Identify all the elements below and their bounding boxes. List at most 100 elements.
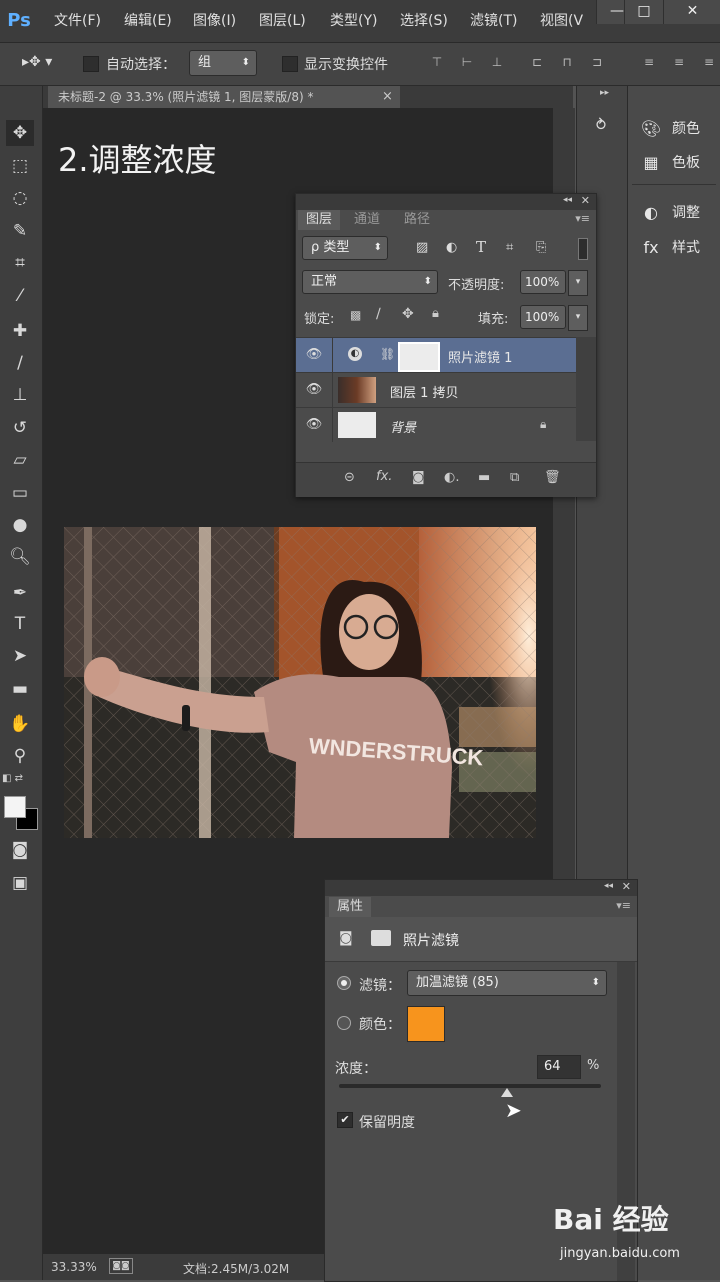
blend-mode-dropdown[interactable]: 正常 ⬍ bbox=[302, 270, 438, 294]
tab-properties[interactable]: 属性 bbox=[329, 897, 372, 917]
move-tool-preset-icon[interactable]: ▸✥ ▾ bbox=[22, 54, 60, 72]
move-tool-icon[interactable]: ✥ bbox=[6, 120, 34, 146]
status-info-icon[interactable]: ◙◙ bbox=[109, 1258, 133, 1274]
path-select-tool-icon[interactable]: ➤ bbox=[6, 643, 34, 669]
tab-layers[interactable]: 图层 bbox=[298, 210, 341, 230]
filter-dropdown[interactable]: 加温滤镜 (85) ⬍ bbox=[407, 970, 607, 996]
dock-swatches[interactable]: ▦ 色板 bbox=[640, 148, 700, 178]
visibility-eye-icon[interactable]: 👁︎ bbox=[304, 381, 324, 399]
dock-styles[interactable]: fx 样式 bbox=[640, 233, 700, 263]
lock-transparent-icon[interactable]: ▩ bbox=[350, 308, 361, 322]
document-tab-close-icon[interactable]: × bbox=[382, 86, 393, 108]
delete-layer-icon[interactable]: 🗑︎ bbox=[544, 470, 561, 485]
quick-mask-icon[interactable]: ◙ bbox=[6, 837, 34, 863]
marquee-tool-icon[interactable]: ⬚ bbox=[6, 153, 34, 179]
healing-brush-tool-icon[interactable]: ✚ bbox=[6, 318, 34, 344]
align-bottom-icon[interactable]: ⊥ bbox=[488, 54, 506, 70]
filter-adjustment-icon[interactable]: ◐ bbox=[446, 240, 457, 255]
chain-link-icon[interactable]: ⛓︎ bbox=[380, 347, 395, 361]
new-layer-icon[interactable]: ⧉ bbox=[510, 470, 519, 485]
filter-type-icon[interactable]: T bbox=[476, 238, 486, 256]
distribute-top-icon[interactable]: ≡ bbox=[640, 54, 658, 70]
filter-color-swatch[interactable] bbox=[407, 1006, 445, 1042]
layer-name-background[interactable]: 背景 bbox=[390, 417, 416, 436]
color-radio[interactable] bbox=[337, 1016, 351, 1030]
preserve-luminosity-checkbox[interactable]: ✔ bbox=[337, 1112, 353, 1128]
document-photo[interactable]: WNDERSTRUCK bbox=[64, 527, 536, 838]
fx-icon[interactable]: fx. bbox=[376, 469, 392, 484]
crop-tool-icon[interactable]: ⌗ bbox=[6, 250, 34, 276]
align-vcenter-icon[interactable]: ⊢ bbox=[458, 54, 476, 70]
align-right-icon[interactable]: ⊐ bbox=[588, 54, 606, 70]
fill-arrow-icon[interactable]: ▾ bbox=[568, 305, 588, 331]
zoom-level[interactable]: 33.33% bbox=[51, 1260, 97, 1274]
hand-tool-icon[interactable]: ✋ bbox=[6, 711, 34, 737]
add-mask-icon[interactable]: ◙ bbox=[412, 470, 425, 485]
brush-tool-icon[interactable]: ∕ bbox=[6, 350, 34, 376]
menu-view[interactable]: 视图(V bbox=[540, 10, 583, 30]
align-hcenter-icon[interactable]: ⊓ bbox=[558, 54, 576, 70]
auto-select-dropdown[interactable]: 组 ⬍ bbox=[189, 50, 257, 76]
panel-collapse-icon[interactable]: ◂◂ bbox=[563, 195, 572, 205]
type-tool-icon[interactable]: T bbox=[6, 611, 34, 637]
swap-colors-icon[interactable]: ◧ ⇄ bbox=[2, 773, 38, 787]
menu-type[interactable]: 类型(Y) bbox=[330, 10, 377, 30]
layer-row-layer1-copy[interactable]: 👁︎ 图层 1 拷贝 bbox=[296, 372, 576, 407]
menu-image[interactable]: 图像(I) bbox=[193, 10, 236, 30]
show-transform-checkbox[interactable] bbox=[282, 56, 298, 72]
distribute-vcenter-icon[interactable]: ≡ bbox=[670, 54, 688, 70]
density-slider-track[interactable] bbox=[339, 1084, 601, 1088]
screen-mode-icon[interactable]: ▣ bbox=[6, 870, 34, 896]
menu-filter[interactable]: 滤镜(T) bbox=[470, 10, 517, 30]
panel-menu-icon[interactable]: ▾≡ bbox=[575, 212, 590, 225]
lock-all-icon[interactable]: 🔒︎ bbox=[432, 306, 439, 321]
layer-row-background[interactable]: 👁︎ 背景 🔒︎ bbox=[296, 407, 576, 442]
history-icon[interactable]: ⥁ bbox=[588, 116, 614, 140]
tab-paths[interactable]: 路径 bbox=[396, 210, 438, 230]
filter-toggle[interactable] bbox=[578, 238, 588, 260]
filter-shape-icon[interactable]: ⌗ bbox=[506, 240, 513, 255]
distribute-bottom-icon[interactable]: ≡ bbox=[700, 54, 718, 70]
pen-tool-icon[interactable]: ✒ bbox=[6, 580, 34, 606]
visibility-eye-icon[interactable]: 👁︎ bbox=[304, 416, 324, 434]
layer-name-photo-filter[interactable]: 照片滤镜 1 bbox=[448, 347, 512, 366]
lock-brush-icon[interactable]: ∕ bbox=[376, 306, 381, 322]
mask-props-icon[interactable] bbox=[371, 930, 391, 946]
align-top-icon[interactable]: ⊤ bbox=[428, 54, 446, 70]
layer-name-layer1-copy[interactable]: 图层 1 拷贝 bbox=[390, 382, 459, 401]
dodge-tool-icon[interactable]: 🔍︎ bbox=[6, 544, 34, 570]
layer-mask-thumbnail[interactable] bbox=[398, 342, 440, 372]
density-input[interactable]: 64 bbox=[537, 1055, 581, 1079]
eyedropper-tool-icon[interactable]: ⁄ bbox=[6, 283, 34, 309]
tab-channels[interactable]: 通道 bbox=[346, 210, 388, 230]
blur-tool-icon[interactable]: ● bbox=[6, 512, 34, 538]
document-tab[interactable]: 未标题-2 @ 33.3% (照片滤镜 1, 图层蒙版/8) * bbox=[48, 86, 400, 108]
foreground-color-swatch-top[interactable] bbox=[4, 796, 26, 818]
visibility-eye-icon[interactable]: 👁︎ bbox=[304, 346, 324, 364]
lock-position-icon[interactable]: ✥ bbox=[402, 306, 414, 322]
close-window-button[interactable]: ✕ bbox=[663, 0, 720, 24]
shape-tool-icon[interactable]: ▬ bbox=[6, 676, 34, 702]
history-brush-tool-icon[interactable]: ↺ bbox=[6, 415, 34, 441]
new-group-icon[interactable]: ▬ bbox=[478, 470, 490, 485]
new-adjustment-icon[interactable]: ◐. bbox=[444, 470, 459, 485]
menu-layer[interactable]: 图层(L) bbox=[259, 10, 306, 30]
layer-row-photo-filter[interactable]: 👁︎ ◐ ⛓︎ 照片滤镜 1 bbox=[296, 337, 576, 372]
menu-edit[interactable]: 编辑(E) bbox=[124, 10, 172, 30]
dock-collapse-icon[interactable]: ▸▸ bbox=[600, 88, 609, 98]
filter-smart-object-icon[interactable]: ⎘ bbox=[536, 240, 546, 255]
panel-menu-icon[interactable]: ▾≡ bbox=[616, 899, 631, 912]
menu-select[interactable]: 选择(S) bbox=[400, 10, 448, 30]
opacity-arrow-icon[interactable]: ▾ bbox=[568, 270, 588, 296]
quick-select-tool-icon[interactable]: ✎ bbox=[6, 218, 34, 244]
layer-filter-dropdown[interactable]: ρ 类型 ⬍ bbox=[302, 236, 388, 260]
panel-collapse-icon[interactable]: ◂◂ bbox=[604, 881, 613, 891]
filter-radio[interactable] bbox=[337, 976, 351, 990]
fill-input[interactable]: 100% bbox=[520, 305, 566, 329]
panel-close-icon[interactable]: ✕ bbox=[581, 194, 590, 207]
auto-select-checkbox[interactable] bbox=[83, 56, 99, 72]
panel-close-icon[interactable]: ✕ bbox=[622, 880, 631, 893]
opacity-input[interactable]: 100% bbox=[520, 270, 566, 294]
menu-file[interactable]: 文件(F) bbox=[54, 10, 101, 30]
lasso-tool-icon[interactable]: ◌ bbox=[6, 185, 34, 211]
